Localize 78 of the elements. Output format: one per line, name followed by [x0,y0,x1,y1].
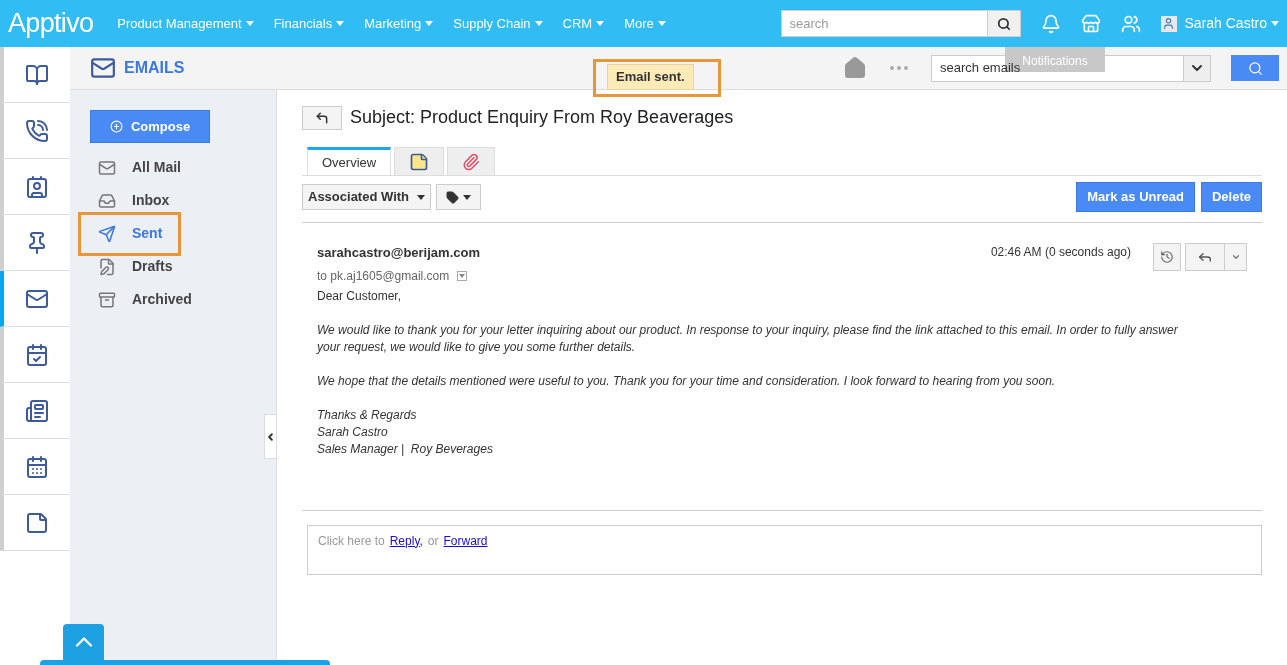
user-menu[interactable]: Sarah Castro [1184,13,1279,34]
folder-item[interactable]: Sent [132,223,163,244]
paperclip-icon [462,152,481,171]
caret-icon [463,194,471,200]
chevron-down-icon [1230,252,1241,262]
scroll-up-button[interactable] [63,624,104,660]
tab[interactable]: Overview [307,147,392,175]
search-input[interactable]: search [781,11,987,36]
archived-icon [98,290,116,309]
tab[interactable] [394,147,445,175]
home-icon[interactable] [843,56,867,80]
folder-item[interactable]: All Mail [132,157,181,178]
note-icon [25,510,49,535]
nav-menu[interactable]: Marketing [364,13,434,34]
signature-line: Sales Manager | Roy Beverages [317,440,494,458]
phone-icon [25,118,49,143]
caret-icon [336,21,345,26]
folder-item[interactable]: Drafts [132,256,173,277]
caret-icon [425,21,434,26]
contact-icon [25,174,49,199]
book-icon [25,62,49,87]
back-button[interactable] [302,105,342,130]
nav-menu[interactable]: CRM [562,13,605,34]
action-button[interactable]: Delete [1200,182,1262,212]
caret-icon [245,21,254,26]
history-button[interactable] [1153,243,1181,271]
inbox-icon [98,191,116,210]
reply-separator: or [427,532,439,550]
sender-address: sarahcastro@berijam.com [317,244,481,262]
caret-icon [534,21,543,26]
signature-line: Thanks & Regards [317,406,418,424]
notes-icon [409,151,430,172]
search-field[interactable]: search [780,10,1021,37]
tag-dropdown[interactable] [436,184,481,210]
caret-icon [1271,21,1279,26]
reply-box[interactable]: Click here to Reply, or Forward [307,524,1262,575]
caret-icon [596,21,605,26]
compose-button[interactable]: Compose [90,110,210,143]
module-title: EMAILS [124,58,185,78]
calendar-icon [25,454,49,479]
caret-icon [657,21,666,26]
signature-line: Sarah Castro [317,423,389,441]
recipient-address: to pk.aj1605@gmail.com [317,267,450,285]
nav-menu[interactable]: Financials [273,13,345,34]
sent-icon [98,224,116,243]
back-arrow-icon [315,110,329,125]
nav-menu[interactable]: Product Management [117,13,254,34]
avatar-icon [1160,15,1177,32]
nav-menu[interactable]: Supply Chain [453,13,543,34]
reply-link[interactable]: Reply, [389,531,423,550]
reply-prompt: Click here to [318,532,385,550]
expand-icon[interactable] [457,270,468,281]
plus-icon [109,120,123,133]
email-subject: Subject: Product Enquiry From Roy Beaverages [350,106,734,129]
folder-item[interactable]: Archived [132,289,192,310]
task-icon [25,342,49,367]
folder-item[interactable]: Inbox [132,190,170,211]
toast-message: Email sent. [607,64,694,90]
tag-icon [446,190,459,204]
list-icon [25,398,49,423]
email-greeting: Dear Customer, [317,287,403,305]
caret-icon [417,194,425,200]
logo[interactable]: Apptivo [8,3,94,44]
search-icon[interactable] [996,16,1011,31]
reply-split-button[interactable] [1185,243,1247,271]
envelope-icon [90,55,116,81]
associated-with-dropdown[interactable]: Associated With [302,184,431,210]
tab[interactable] [447,147,496,175]
drafts-icon [98,257,116,276]
history-icon [1160,250,1174,264]
collapse-handle[interactable] [264,414,277,459]
email-paragraph: We hope that the details mentioned were useful to you. Thank you for your time and consideration. I look forward to hearing from you soon. [317,372,1057,390]
sent-time: 02:46 AM (0 seconds ago) [990,244,1131,261]
action-button[interactable]: Mark as Unread [1076,182,1195,212]
email-paragraph: We would like to thank you for your letter inquiring about our product. In response to your inquiry, please find the link attached to this email. In order to fully answer your request, we would like to give you some further details. [317,321,1179,356]
forward-link[interactable]: Forward [443,531,488,550]
search-icon [1247,60,1263,76]
nav-menu[interactable]: More [624,13,666,34]
